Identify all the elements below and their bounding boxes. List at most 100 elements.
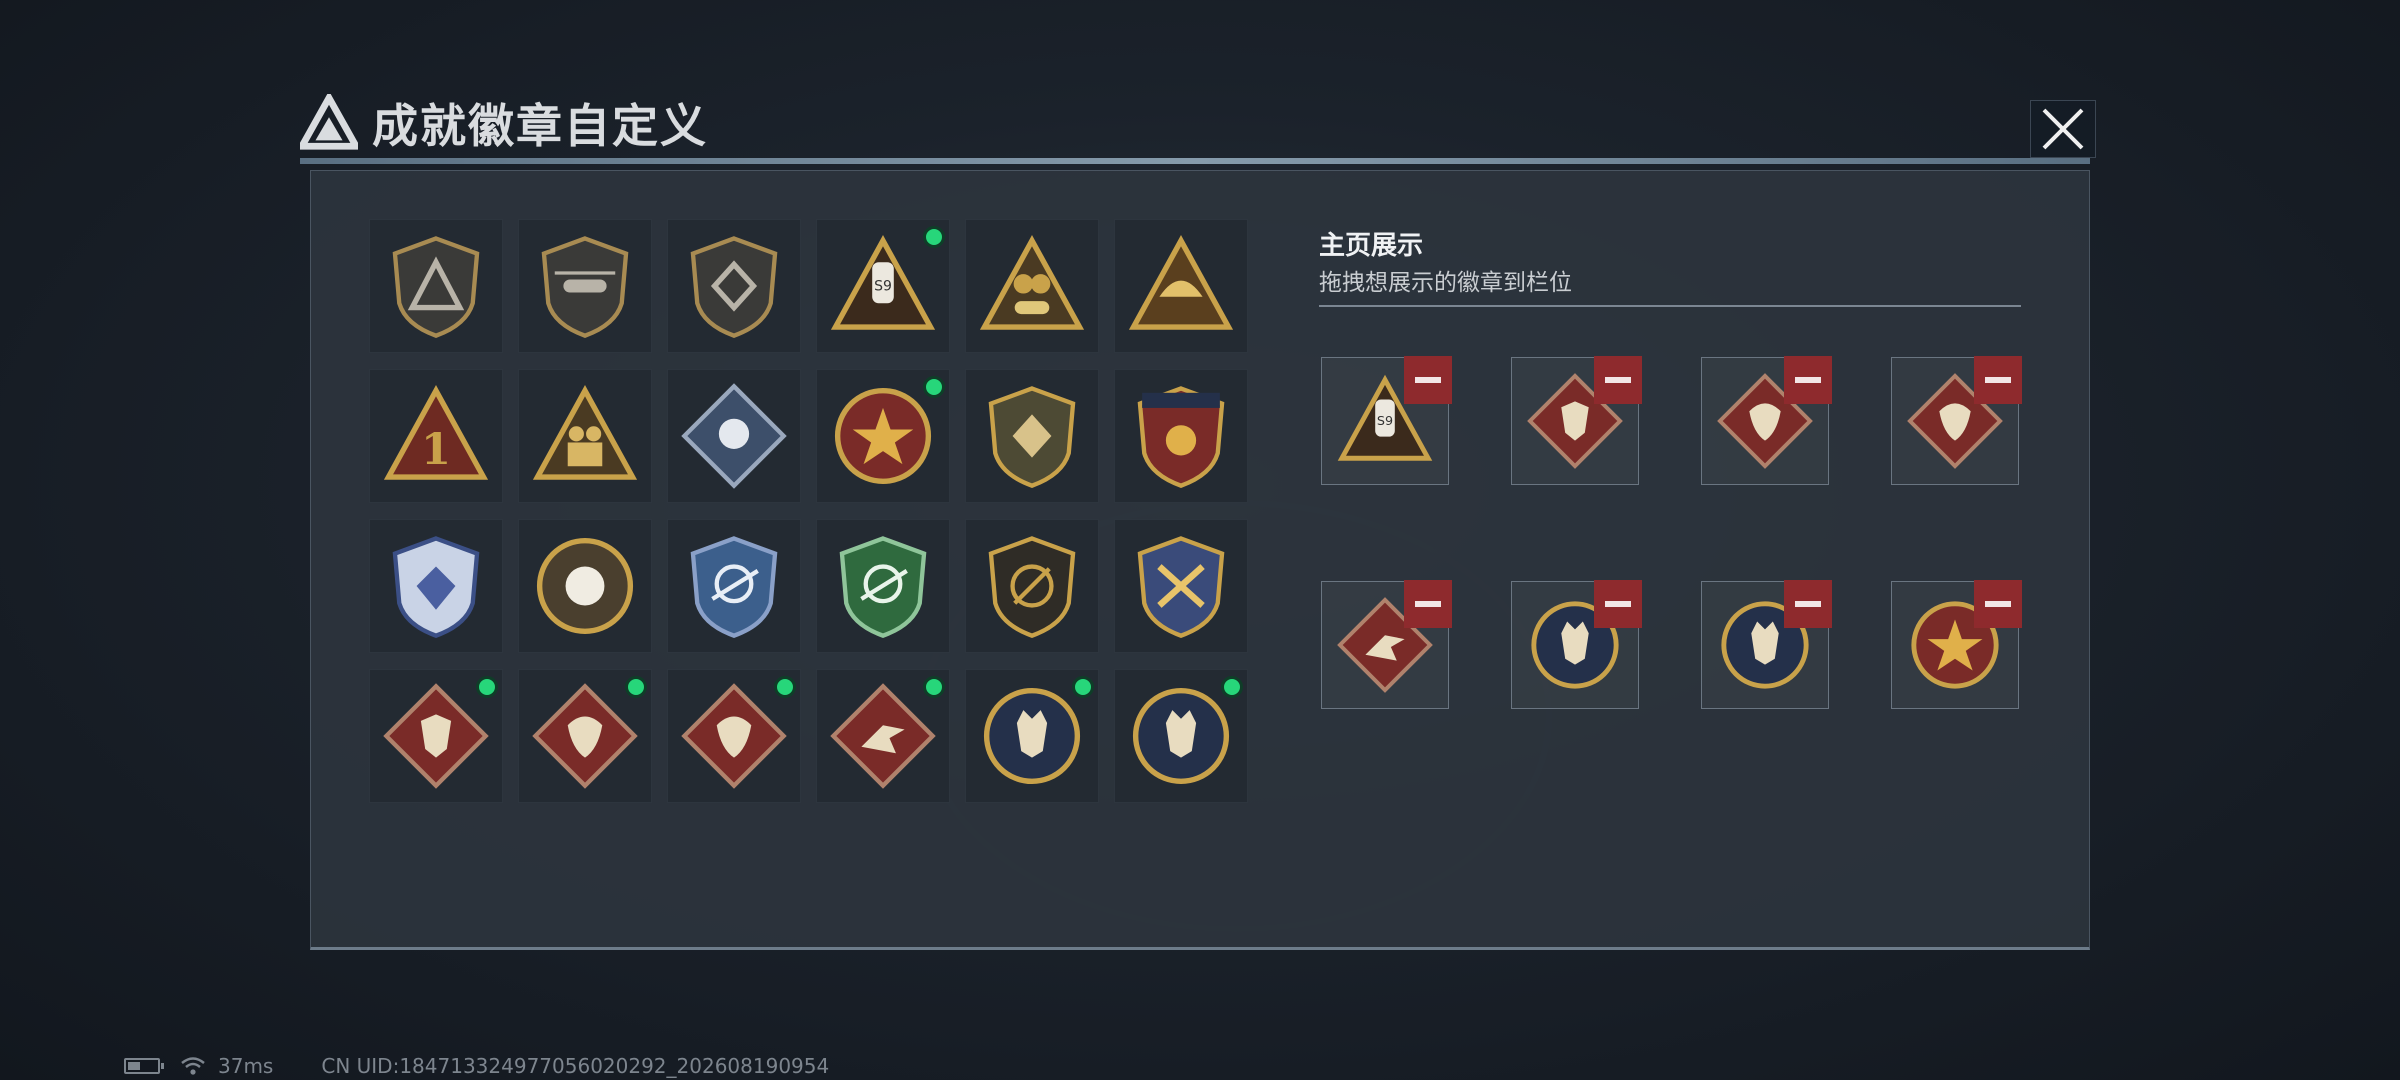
display-slot[interactable] <box>1891 580 2022 709</box>
number-one-triangle-badge-icon: 1 <box>383 385 489 480</box>
display-slot[interactable] <box>1701 580 1832 709</box>
svg-text:S9: S9 <box>1377 414 1393 429</box>
header-rule <box>300 158 2090 164</box>
dialog-header: 成就徽章自定义 <box>300 88 708 158</box>
battery-icon <box>124 1058 164 1074</box>
soldiers-triangle-badge-icon <box>532 385 638 480</box>
display-section-title: 主页展示 <box>1319 231 1424 261</box>
gold-star-shield-badge-icon <box>1137 536 1225 638</box>
gold-wing-triangle-badge-icon <box>1128 235 1234 330</box>
remove-badge-button[interactable] <box>1784 580 1832 628</box>
wolf-diamond-badge-icon <box>383 683 489 789</box>
display-slots: S9 <box>1321 356 2022 709</box>
badge-cell[interactable] <box>518 219 652 353</box>
green-rifle-shield-badge-icon <box>839 536 927 638</box>
badge-cell[interactable] <box>1114 219 1248 353</box>
minus-icon <box>1795 377 1821 383</box>
new-indicator-dot <box>1221 676 1243 698</box>
new-indicator-dot <box>923 226 945 248</box>
display-slot[interactable] <box>1891 356 2022 485</box>
badge-cell[interactable] <box>1114 369 1248 503</box>
dragon-diamond-badge-icon <box>532 683 638 789</box>
minus-icon <box>1985 601 2011 607</box>
dialog-title: 成就徽章自定义 <box>372 99 708 153</box>
minus-icon <box>1795 601 1821 607</box>
triangle-logo-icon <box>300 94 358 150</box>
new-indicator-dot <box>774 676 796 698</box>
minus-icon <box>1605 377 1631 383</box>
display-slot[interactable] <box>1511 580 1642 709</box>
ping-readout: 37ms <box>218 1054 274 1078</box>
minus-icon <box>1415 601 1441 607</box>
badge-cell[interactable] <box>816 519 950 653</box>
rose-diamond-badge-icon <box>681 383 787 489</box>
badge-cell[interactable] <box>667 519 801 653</box>
helicopter-shield-badge-icon <box>541 236 629 338</box>
new-indicator-dot <box>625 676 647 698</box>
remove-badge-button[interactable] <box>1974 580 2022 628</box>
badge-cell[interactable] <box>369 669 503 803</box>
badge-cell[interactable] <box>667 219 801 353</box>
badge-cell[interactable] <box>816 369 950 503</box>
minus-icon <box>1605 601 1631 607</box>
triangle-shield-badge-icon <box>392 236 480 338</box>
close-icon <box>2042 108 2084 150</box>
close-button[interactable] <box>2030 100 2096 158</box>
blue-gem-shield-badge-icon <box>392 536 480 638</box>
badge-cell[interactable] <box>965 369 1099 503</box>
new-indicator-dot <box>1072 676 1094 698</box>
display-slot[interactable] <box>1321 580 1452 709</box>
display-slot[interactable] <box>1511 356 1642 485</box>
status-bar: 37ms CN UID:18471332497705602029​2_20260… <box>124 1054 829 1078</box>
uid-readout: CN UID:18471332497705602029​2_2026081909… <box>321 1054 830 1078</box>
remove-badge-button[interactable] <box>1404 356 1452 404</box>
runner-diamond-badge-icon <box>830 683 936 789</box>
badge-cell[interactable] <box>965 219 1099 353</box>
dragon-diamond-badge-icon <box>681 683 787 789</box>
display-divider <box>1319 305 2021 307</box>
minus-icon <box>1985 377 2011 383</box>
svg-text:S9: S9 <box>874 278 892 294</box>
drone-s9-badge-icon: S9 <box>830 235 936 330</box>
remove-badge-button[interactable] <box>1594 356 1642 404</box>
display-slot[interactable] <box>1701 356 1832 485</box>
badge-cell[interactable] <box>667 369 801 503</box>
badge-cell[interactable]: 1 <box>369 369 503 503</box>
remove-badge-button[interactable] <box>1784 356 1832 404</box>
dialog-panel: S9 1 主页展示 拖拽想展示的徽章到栏位 S9 <box>310 170 2090 950</box>
badge-cell[interactable] <box>816 669 950 803</box>
wifi-icon <box>181 1057 205 1075</box>
banner-shield-badge-icon <box>1137 386 1225 488</box>
blue-sniper-shield-badge-icon <box>690 536 778 638</box>
display-section-subtitle: 拖拽想展示的徽章到栏位 <box>1319 270 1572 296</box>
badge-cell[interactable] <box>667 669 801 803</box>
slash-shield-badge-icon <box>988 536 1076 638</box>
badge-cell[interactable] <box>965 669 1099 803</box>
badge-cell[interactable] <box>369 519 503 653</box>
lynx-round-badge-icon <box>1132 687 1230 785</box>
badge-collection-grid: S9 1 <box>369 219 1248 803</box>
gold-s18-badge-icon <box>979 235 1085 330</box>
lynx-round-badge-icon <box>983 687 1081 785</box>
minus-icon <box>1415 377 1441 383</box>
star-round-badge-icon <box>834 387 932 485</box>
badge-cell[interactable]: S9 <box>816 219 950 353</box>
new-indicator-dot <box>923 676 945 698</box>
display-slot[interactable]: S9 <box>1321 356 1452 485</box>
badge-cell[interactable] <box>1114 519 1248 653</box>
svg-text:1: 1 <box>421 424 451 475</box>
gold-orb-badge-icon <box>536 537 634 635</box>
remove-badge-button[interactable] <box>1974 356 2022 404</box>
badge-cell[interactable] <box>518 519 652 653</box>
remove-badge-button[interactable] <box>1594 580 1642 628</box>
badge-cell[interactable] <box>518 669 652 803</box>
badge-cell[interactable] <box>518 369 652 503</box>
badge-cell[interactable] <box>1114 669 1248 803</box>
new-indicator-dot <box>923 376 945 398</box>
diamond-shield-badge-icon <box>690 236 778 338</box>
new-indicator-dot <box>476 676 498 698</box>
badge-cell[interactable] <box>369 219 503 353</box>
olive-shield-badge-icon <box>988 386 1076 488</box>
badge-cell[interactable] <box>965 519 1099 653</box>
remove-badge-button[interactable] <box>1404 580 1452 628</box>
